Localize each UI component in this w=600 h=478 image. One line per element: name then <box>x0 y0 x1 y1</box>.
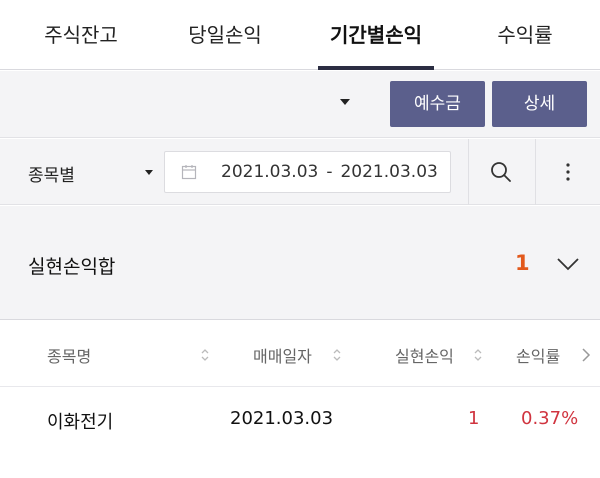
filter-type-label: 종목별 <box>28 166 75 186</box>
tab-daily-pnl[interactable]: 당일손익 <box>152 0 298 70</box>
summary-value: 1 <box>515 251 530 275</box>
date-range-field[interactable]: 2021.03.03-2021.03.03 <box>164 151 451 193</box>
search-icon <box>491 162 511 182</box>
column-header-date[interactable]: 매매일자 <box>253 343 312 367</box>
cell-date: 2021.03.03 <box>230 408 334 429</box>
date-from: 2021.03.03 <box>221 162 319 182</box>
cell-rate: 0.37% <box>521 408 579 429</box>
chevron-down-icon[interactable] <box>555 251 581 277</box>
sort-icon[interactable] <box>200 347 210 363</box>
column-header-rate[interactable]: 손익률 <box>516 343 560 367</box>
cell-name: 이화전기 <box>47 412 114 433</box>
detail-button[interactable]: 상세 <box>492 81 587 127</box>
date-range-text: 2021.03.03-2021.03.03 <box>221 162 438 182</box>
account-select[interactable] <box>0 71 360 137</box>
date-to: 2021.03.03 <box>340 162 438 182</box>
search-button[interactable] <box>468 139 534 205</box>
account-action-bar: 예수금 상세 <box>0 71 600 138</box>
calendar-icon <box>181 165 197 180</box>
deposit-button[interactable]: 예수금 <box>390 81 485 127</box>
tab-return-rate[interactable]: 수익률 <box>452 0 598 70</box>
summary-title: 실현손익합 <box>28 256 116 278</box>
caret-down-icon <box>340 99 350 105</box>
caret-down-icon <box>145 170 153 175</box>
active-tab-indicator <box>318 66 434 70</box>
realized-pnl-summary[interactable]: 실현손익합 1 <box>0 206 600 320</box>
column-header-name[interactable]: 종목명 <box>47 343 91 367</box>
sort-icon[interactable] <box>473 347 483 363</box>
more-options-button[interactable] <box>536 139 600 205</box>
tab-period-pnl[interactable]: 기간별손익 <box>300 0 452 70</box>
table-header: 종목명 매매일자 실현손익 손익률 <box>0 321 600 387</box>
date-separator: - <box>326 162 333 182</box>
column-header-pnl[interactable]: 실현손익 <box>395 343 454 367</box>
sort-icon[interactable] <box>332 347 342 363</box>
cell-pnl: 1 <box>468 408 480 429</box>
tab-stock-balance[interactable]: 주식잔고 <box>8 0 154 70</box>
more-vertical-icon <box>566 163 570 181</box>
chevron-right-icon[interactable] <box>580 348 592 362</box>
filter-type-select[interactable]: 종목별 <box>0 139 160 205</box>
filter-bar: 종목별 2021.03.03-2021.03.03 <box>0 139 600 205</box>
table-row[interactable]: 이화전기 2021.03.03 1 0.37% <box>0 388 600 454</box>
tab-bar: 주식잔고 당일손익 기간별손익 수익률 <box>0 0 600 70</box>
